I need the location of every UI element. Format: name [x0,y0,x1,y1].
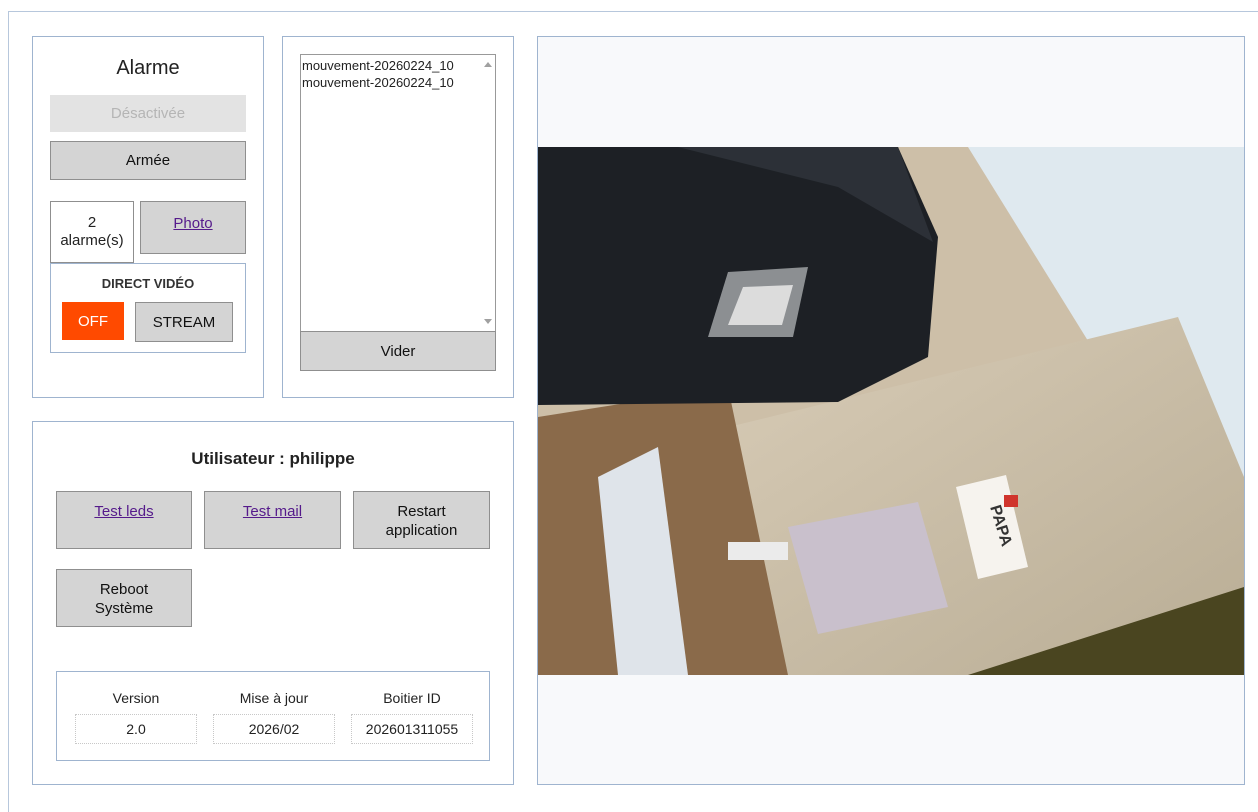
file-item[interactable]: mouvement-20260224_10 [302,74,480,91]
sign-badge [1004,495,1018,507]
restart-button[interactable]: Restart application [353,491,490,549]
test-mail-link[interactable]: Test mail [243,502,302,521]
reboot-button[interactable]: Reboot Système [56,569,192,627]
box-id-value: 202601311055 [351,714,473,744]
stream-button[interactable]: STREAM [135,302,233,342]
update-value: 2026/02 [213,714,335,744]
alarm-count-box: 2 alarme(s) [50,201,134,263]
door-handle [728,542,788,560]
test-leds-button[interactable]: Test leds [56,491,192,549]
version-label: Version [112,690,160,706]
direct-video-box: DIRECT VIDÉO OFF STREAM [50,263,246,353]
user-title: Utilisateur : philippe [191,449,355,468]
file-list: mouvement-20260224_10 mouvement-20260224… [302,57,480,91]
disabled-button[interactable]: Désactivée [50,95,246,132]
info-box: Version Mise à jour Boitier ID 2.0 2026/… [56,671,490,761]
photo-link[interactable]: Photo [173,214,212,233]
camera-panel: PAPA [537,36,1245,785]
alarm-title: Alarme [116,57,180,79]
version-value: 2.0 [75,714,197,744]
update-label: Mise à jour [239,690,309,706]
alarm-count-value: 2 [87,214,97,231]
test-mail-button[interactable]: Test mail [204,491,341,549]
direct-video-title: DIRECT VIDÉO [101,276,195,291]
armed-button[interactable]: Armée [50,141,246,180]
scrollbar[interactable] [480,55,495,332]
photo-button[interactable]: Photo [140,201,246,254]
scroll-up-icon[interactable] [484,62,492,67]
camera-feed: PAPA [538,147,1244,675]
test-leds-link[interactable]: Test leds [94,502,153,521]
file-item[interactable]: mouvement-20260224_10 [302,57,480,74]
restart-label-line1: Restart [397,503,446,520]
camera-image: PAPA [538,147,1244,675]
alarm-panel: Alarme Désactivée Armée 2 alarme(s) Phot… [32,36,264,398]
reboot-label-line2: Système [94,600,154,617]
reboot-label-line1: Reboot [99,581,149,598]
video-off-button[interactable]: OFF [62,302,124,340]
box-id-label: Boitier ID [383,690,441,706]
files-panel: mouvement-20260224_10 mouvement-20260224… [282,36,514,398]
scroll-down-icon[interactable] [484,319,492,324]
user-panel: Utilisateur : philippe Test leds Test ma… [32,421,514,785]
restart-label-line2: application [385,522,458,539]
file-listbox[interactable]: mouvement-20260224_10 mouvement-20260224… [300,54,496,333]
alarm-count-unit: alarme(s) [60,232,124,249]
clear-button[interactable]: Vider [300,331,496,371]
